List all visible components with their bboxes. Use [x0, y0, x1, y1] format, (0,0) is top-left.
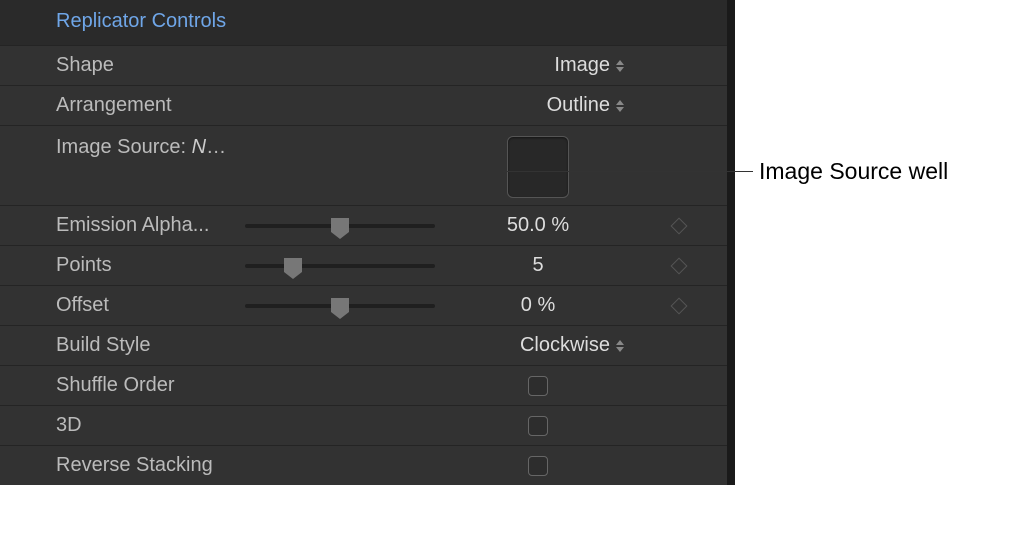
popup-build-style-value: Clockwise — [520, 334, 610, 357]
label-points: Points — [0, 254, 230, 277]
label-arrangement: Arrangement — [0, 94, 230, 117]
row-offset: Offset 0 % — [0, 285, 727, 325]
slider-points[interactable] — [245, 264, 435, 268]
updown-icon — [616, 58, 626, 74]
row-3d: 3D — [0, 405, 727, 445]
popup-arrangement-value: Outline — [547, 94, 610, 117]
row-build-style: Build Style Clockwise — [0, 325, 727, 365]
updown-icon — [616, 98, 626, 114]
value-emission-alpha[interactable]: 50.0 % — [507, 214, 569, 237]
value-points[interactable]: 5 — [532, 254, 543, 277]
popup-arrangement[interactable]: Outline — [450, 94, 630, 117]
callout-annotation: Image Source well — [735, 158, 948, 185]
value-offset[interactable]: 0 % — [521, 294, 555, 317]
label-reverse-stacking: Reverse Stacking — [0, 454, 230, 477]
keyframe-icon[interactable] — [670, 257, 687, 274]
popup-shape[interactable]: Image — [450, 54, 630, 77]
label-image-source: Image Source: None — [0, 136, 230, 159]
updown-icon — [616, 338, 626, 354]
row-points: Points 5 — [0, 245, 727, 285]
inspector-panel: Replicator Controls Shape Image Arrangem… — [0, 0, 735, 485]
label-build-style: Build Style — [0, 334, 230, 357]
slider-thumb[interactable] — [284, 258, 302, 272]
row-shuffle-order: Shuffle Order — [0, 365, 727, 405]
label-shape: Shape — [0, 54, 230, 77]
popup-shape-value: Image — [554, 54, 610, 77]
label-3d: 3D — [0, 414, 230, 437]
checkbox-3d[interactable] — [528, 416, 548, 436]
label-offset: Offset — [0, 294, 230, 317]
row-arrangement: Arrangement Outline — [0, 85, 727, 125]
label-emission-alpha: Emission Alpha... — [0, 214, 230, 237]
slider-thumb[interactable] — [331, 218, 349, 232]
row-image-source: Image Source: None — [0, 125, 727, 205]
checkbox-reverse-stacking[interactable] — [528, 456, 548, 476]
slider-thumb[interactable] — [331, 298, 349, 312]
keyframe-icon[interactable] — [670, 297, 687, 314]
popup-build-style[interactable]: Clockwise — [450, 334, 630, 357]
row-reverse-stacking: Reverse Stacking — [0, 445, 727, 485]
label-shuffle-order: Shuffle Order — [0, 374, 230, 397]
checkbox-shuffle-order[interactable] — [528, 376, 548, 396]
image-source-well[interactable] — [507, 136, 569, 198]
callout-line — [503, 171, 753, 172]
slider-emission-alpha[interactable] — [245, 224, 435, 228]
slider-offset[interactable] — [245, 304, 435, 308]
section-header: Replicator Controls — [0, 0, 727, 45]
row-shape: Shape Image — [0, 45, 727, 85]
keyframe-icon[interactable] — [670, 217, 687, 234]
callout-text: Image Source well — [759, 158, 948, 185]
row-emission-alpha: Emission Alpha... 50.0 % — [0, 205, 727, 245]
